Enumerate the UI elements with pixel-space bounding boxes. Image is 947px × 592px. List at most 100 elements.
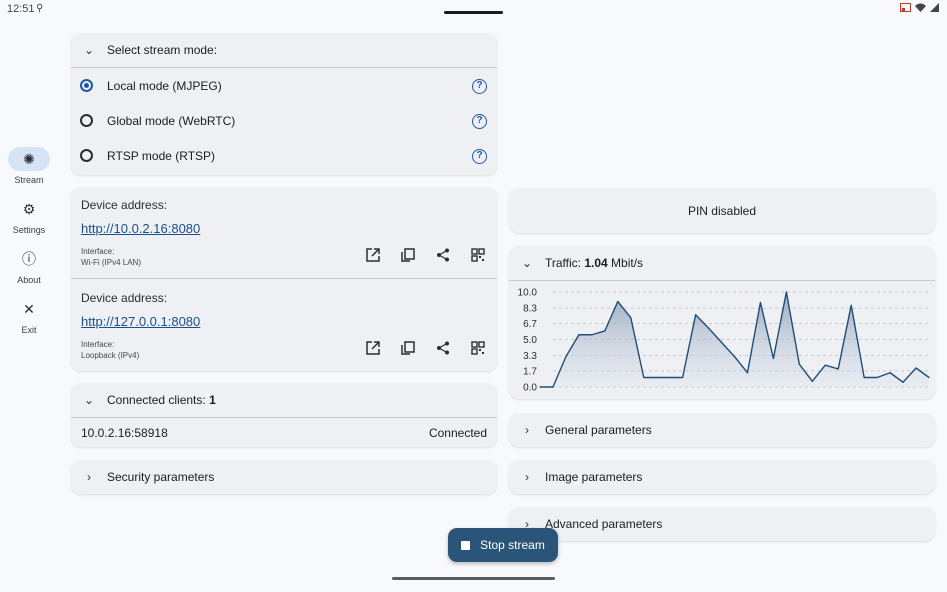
status-time: 12:51: [7, 3, 35, 15]
traffic-chart: 10.0 8.3 6.7 5.0 3.3 1.7 0.0: [518, 288, 930, 394]
stop-stream-label: Stop stream: [480, 538, 545, 552]
y-tick-label: 5.0: [523, 335, 537, 346]
pin-card: PIN disabled: [509, 188, 935, 233]
chevron-down-icon: ⌄: [521, 256, 533, 270]
battery-icon: [930, 3, 939, 12]
advanced-parameters-card[interactable]: › Advanced parameters: [509, 507, 935, 541]
pin-status: PIN disabled: [687, 203, 757, 218]
status-icons: [900, 3, 939, 12]
copy-icon[interactable]: [399, 248, 417, 266]
rail-item-exit[interactable]: ✕ Exit: [0, 297, 58, 335]
stream-mode-header[interactable]: ⌄ Select stream mode:: [71, 33, 497, 67]
traffic-header[interactable]: ⌄ Traffic: 1.04 Mbit/s: [509, 246, 935, 280]
clients-header[interactable]: ⌄ Connected clients: 1: [71, 383, 497, 417]
chevron-right-icon: ›: [87, 470, 91, 484]
traffic-card: ⌄ Traffic: 1.04 Mbit/s 10.0 8.3 6.7 5.0 3.3 1…: [509, 246, 935, 399]
divider: [71, 278, 497, 279]
mode-option-local[interactable]: Local mode (MJPEG) ?: [71, 68, 497, 103]
data-point: [915, 367, 917, 369]
rail-item-label: Stream: [14, 175, 44, 185]
data-point: [695, 314, 697, 316]
image-parameters-card[interactable]: › Image parameters: [509, 460, 935, 494]
address-link[interactable]: http://10.0.2.16:8080: [81, 221, 200, 236]
wifi-icon: [915, 3, 926, 12]
data-point: [552, 386, 554, 388]
data-point: [837, 368, 839, 370]
interface-caption: Interface:: [81, 247, 115, 256]
data-point: [656, 376, 658, 379]
y-tick-label: 3.3: [523, 351, 537, 362]
interface-caption: Interface:: [81, 340, 115, 349]
data-point: [889, 372, 891, 374]
general-parameters-card[interactable]: › General parameters: [509, 413, 935, 447]
data-point: [876, 376, 878, 379]
interface-value: Wi-Fi (IPv4 LAN): [81, 258, 141, 267]
cast-icon: [900, 3, 911, 12]
data-point: [759, 301, 762, 304]
address-link[interactable]: http://127.0.0.1:8080: [81, 314, 200, 329]
data-point: [643, 376, 645, 379]
qr-code-icon[interactable]: [469, 248, 487, 266]
help-icon[interactable]: ?: [472, 79, 487, 94]
general-parameters-header[interactable]: › General parameters: [509, 413, 935, 447]
security-parameters-header[interactable]: › Security parameters: [71, 460, 497, 494]
security-parameters-card[interactable]: › Security parameters: [71, 460, 497, 494]
share-icon[interactable]: [434, 248, 452, 266]
mode-option-label: Global mode (WebRTC): [107, 113, 236, 128]
bottom-handle[interactable]: [392, 577, 555, 580]
qr-code-icon[interactable]: [469, 341, 487, 359]
clients-title: Connected clients: 1: [107, 393, 216, 407]
data-point: [785, 291, 787, 293]
image-parameters-header[interactable]: › Image parameters: [509, 460, 935, 494]
security-parameters-label: Security parameters: [107, 470, 215, 484]
client-address: 10.0.2.16:58918: [81, 425, 168, 440]
data-point: [928, 376, 930, 379]
y-tick-label: 10.0: [518, 288, 538, 299]
data-point: [669, 376, 671, 379]
general-parameters-label: General parameters: [545, 423, 652, 437]
client-status: Connected: [428, 425, 487, 440]
data-point: [604, 330, 606, 332]
rail-item-settings[interactable]: ⚙ Settings: [0, 197, 58, 235]
traffic-value: 1.04: [584, 256, 608, 270]
rail-item-label: Settings: [12, 225, 46, 235]
share-icon[interactable]: [434, 341, 452, 359]
traffic-label: Traffic:: [545, 256, 585, 270]
rail-item-about[interactable]: ⓘ About: [0, 247, 58, 285]
help-icon[interactable]: ?: [472, 114, 487, 129]
stop-stream-button[interactable]: Stop stream: [448, 528, 558, 562]
close-icon: ✕: [23, 301, 35, 317]
interface-value: Loopback (IPv4): [81, 351, 140, 360]
rail-item-stream[interactable]: ✺ Stream: [0, 147, 58, 185]
chevron-down-icon: ⌄: [83, 393, 95, 407]
top-handle[interactable]: [444, 11, 503, 14]
data-point: [824, 364, 826, 366]
info-icon: ⓘ: [22, 251, 36, 267]
advanced-parameters-header[interactable]: › Advanced parameters: [509, 507, 935, 541]
clients-header-label: Connected clients:: [107, 393, 210, 407]
stream-mode-card: ⌄ Select stream mode: Local mode (MJPEG)…: [71, 33, 497, 175]
data-point: [772, 357, 774, 360]
pin-row: PIN disabled: [509, 188, 935, 233]
rail-item-label: About: [17, 275, 41, 285]
data-point: [591, 334, 593, 336]
client-row: 10.0.2.16:58918 Connected: [71, 418, 497, 447]
network-icon: ⚲: [36, 3, 44, 14]
interface-label: Interface: Wi-Fi (IPv4 LAN): [81, 246, 141, 268]
radio-unselected[interactable]: [80, 114, 93, 127]
traffic-unit: Mbit/s: [611, 256, 644, 270]
copy-icon[interactable]: [399, 341, 417, 359]
help-icon[interactable]: ?: [472, 149, 487, 164]
data-point: [902, 381, 904, 383]
interface-label: Interface: Loopback (IPv4): [81, 339, 139, 361]
radio-unselected[interactable]: [80, 149, 93, 162]
open-external-icon[interactable]: [364, 248, 382, 266]
mode-option-rtsp[interactable]: RTSP mode (RTSP) ?: [71, 138, 497, 173]
gear-icon: ⚙: [22, 201, 36, 217]
advanced-parameters-label: Advanced parameters: [545, 517, 663, 531]
data-point: [811, 380, 813, 382]
radio-selected[interactable]: [80, 79, 93, 92]
rail-item-label: Exit: [21, 325, 37, 335]
open-external-icon[interactable]: [364, 341, 382, 359]
mode-option-global[interactable]: Global mode (WebRTC) ?: [71, 103, 497, 138]
